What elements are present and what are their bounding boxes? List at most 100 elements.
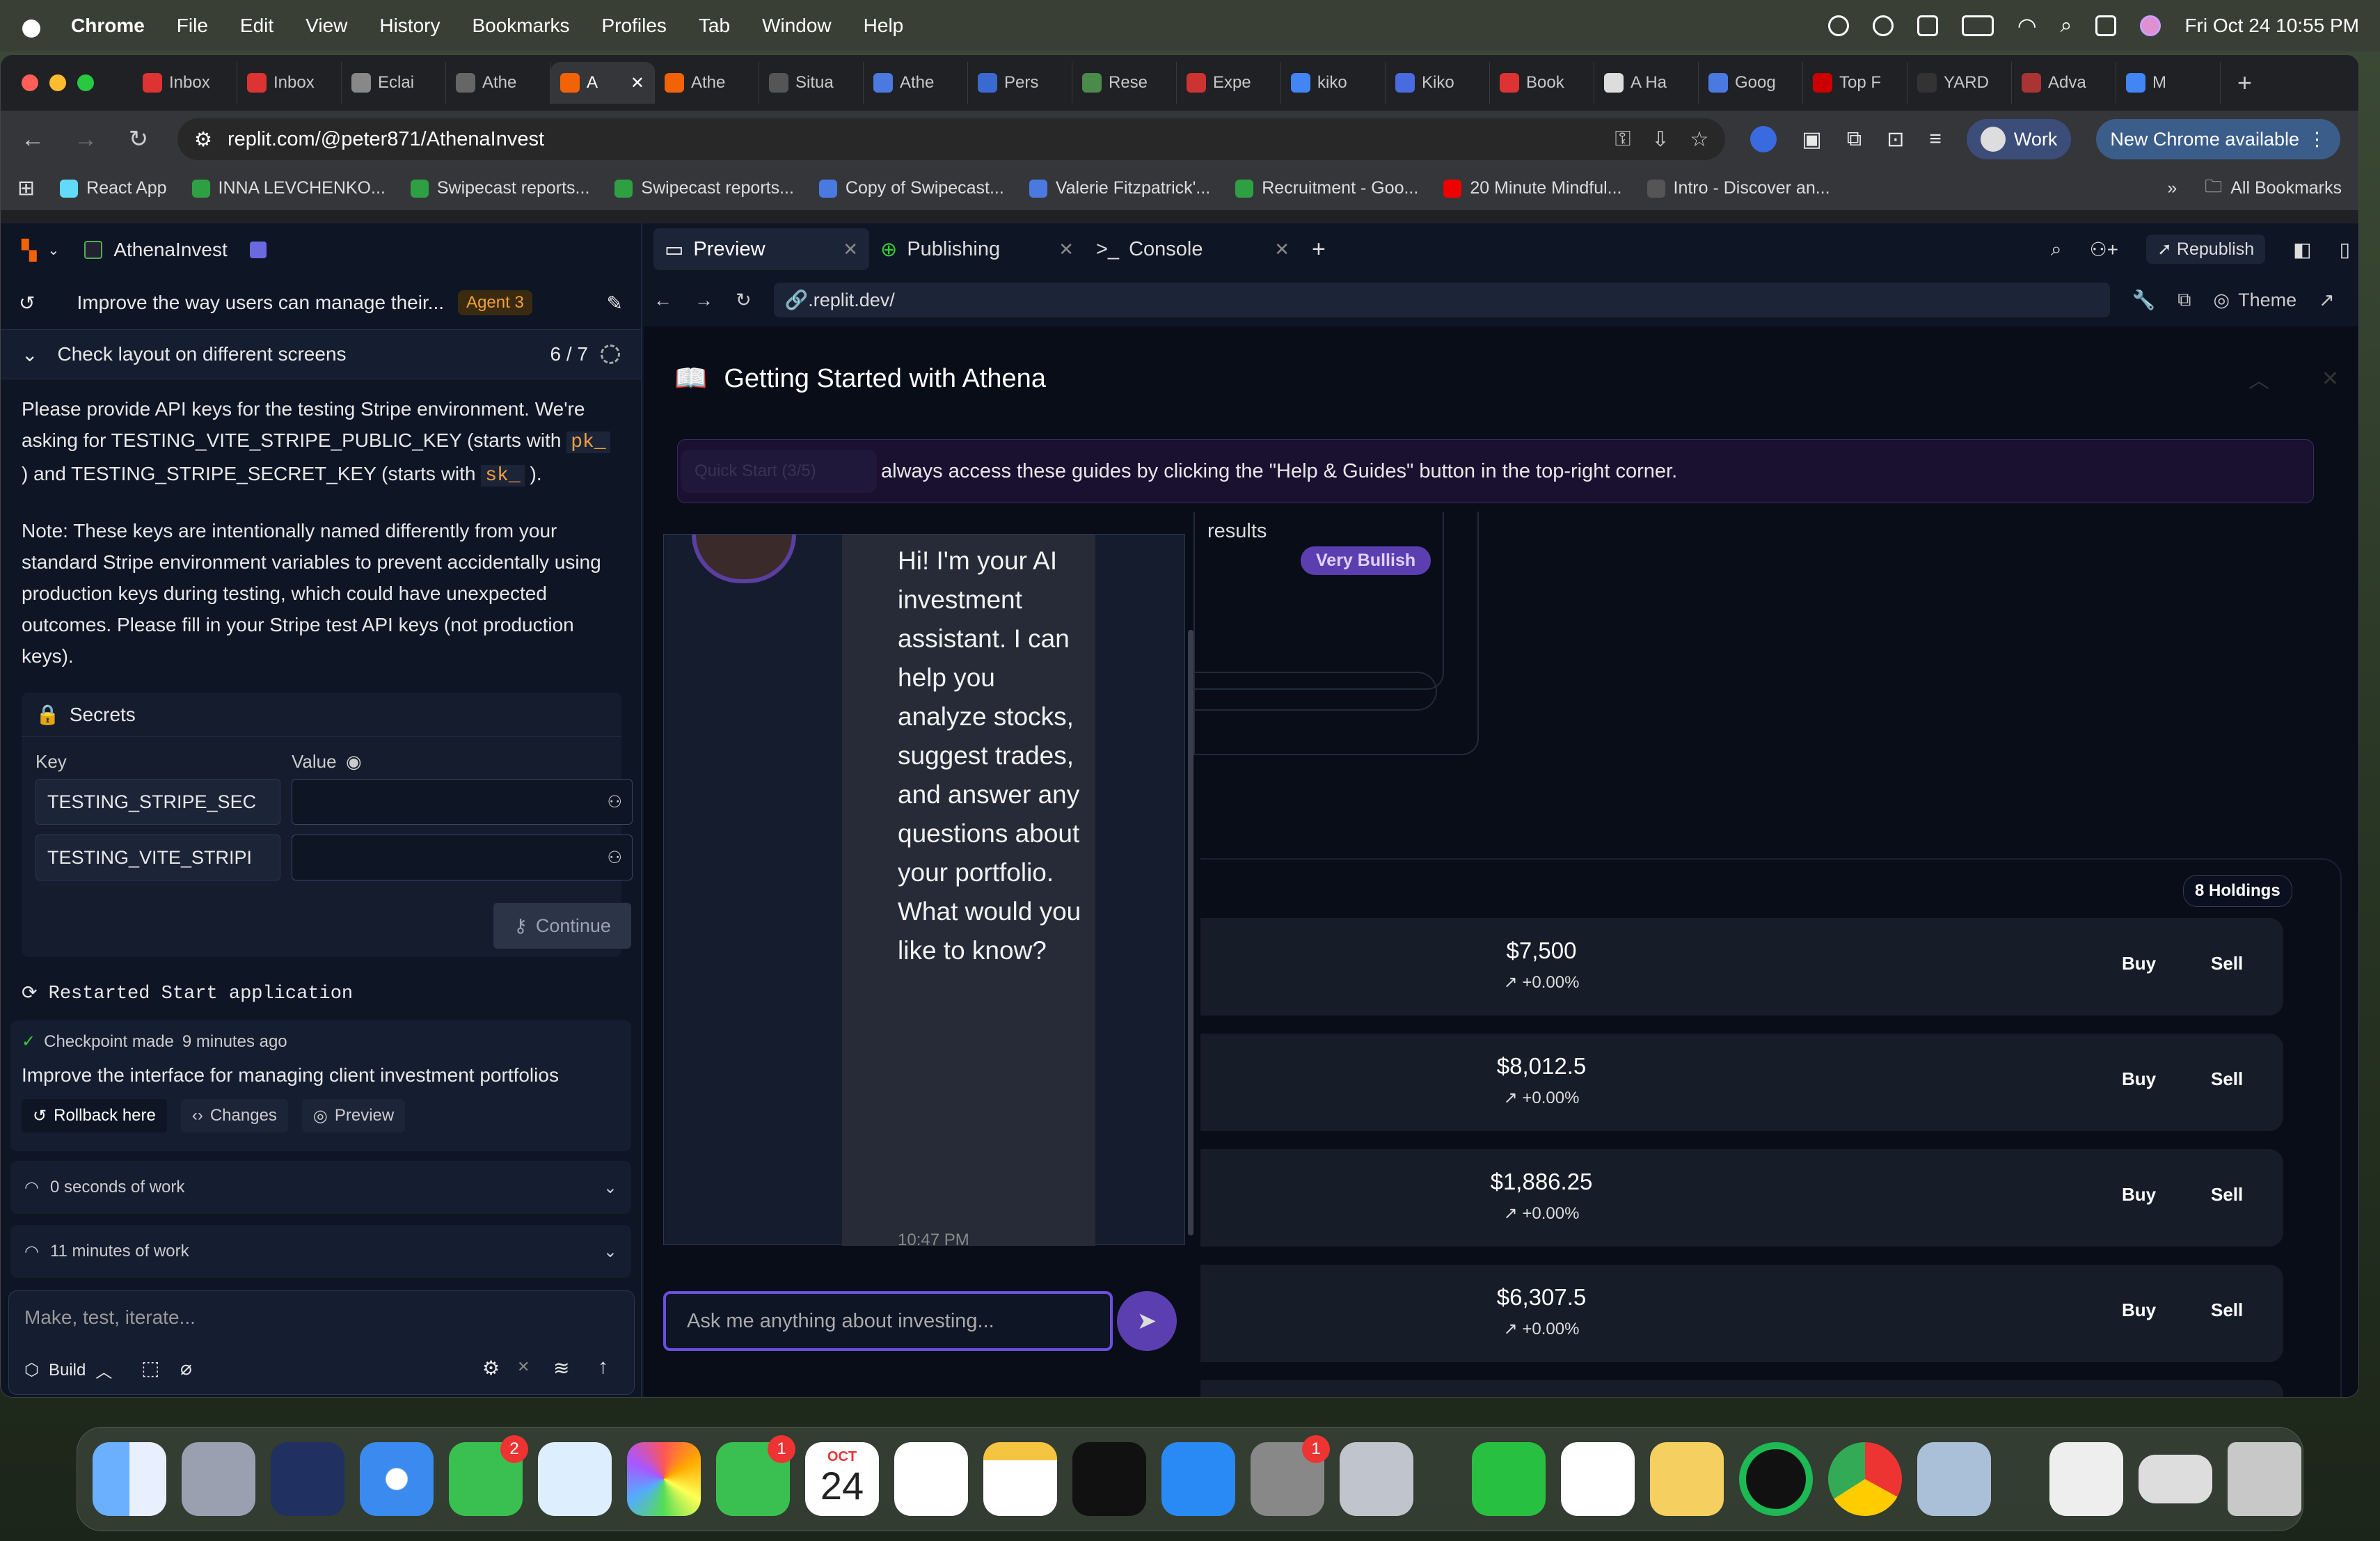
invite-icon[interactable]: ⚇+ (2090, 238, 2118, 261)
browser-tab[interactable]: Top F (1803, 62, 1907, 104)
bookmark-item[interactable]: Copy of Swipecast... (818, 178, 1004, 198)
add-tab-icon[interactable]: + (1312, 236, 1326, 263)
wifi-icon[interactable]: ◠ (2017, 13, 2037, 39)
window-thumbnail-icon[interactable] (2139, 1455, 2212, 1503)
browser-tab[interactable]: A ✕ (550, 62, 655, 104)
palette-icon[interactable]: ◎ (2214, 290, 2230, 311)
site-settings-icon[interactable]: ⚙ (194, 127, 212, 152)
browser-tab[interactable]: Rese (1072, 62, 1177, 104)
screenshot-extension-icon[interactable]: ▣ (1802, 127, 1821, 152)
secret-value-field[interactable]: ⚇ (292, 835, 633, 880)
theme-label[interactable]: Theme (2238, 290, 2296, 311)
menu-edit[interactable]: Edit (240, 15, 273, 37)
telegram-like-icon[interactable] (271, 1442, 344, 1516)
secret-value-field[interactable]: ⚇ (292, 779, 633, 825)
menu-window[interactable]: Window (762, 15, 832, 37)
browser-tab[interactable]: Inbox (133, 62, 237, 104)
apple-icon[interactable] (21, 14, 42, 38)
republish-button[interactable]: ➚ Republish (2146, 235, 2266, 264)
menu-app-name[interactable]: Chrome (71, 15, 145, 37)
replit-logo-icon[interactable]: ▚ (22, 239, 37, 262)
zoom-extension-icon[interactable] (1750, 126, 1777, 152)
bookmark-item[interactable]: Swipecast reports... (410, 178, 589, 198)
extensions-icon[interactable]: ⧉ (1847, 127, 1862, 151)
build-mode-button[interactable]: ⬡ Build ︿ (24, 1358, 112, 1382)
browser-tab[interactable]: Expe (1177, 62, 1281, 104)
control-center-icon[interactable] (2095, 15, 2117, 36)
insight-input[interactable] (1193, 672, 1437, 711)
launchpad-icon[interactable] (182, 1442, 255, 1516)
browser-tab[interactable]: Adva (2012, 62, 2116, 104)
bookmark-item[interactable]: Recruitment - Goo... (1235, 178, 1418, 198)
chat-input[interactable]: Ask me anything about investing... (663, 1291, 1113, 1351)
new-tab-button[interactable]: + (2237, 68, 2252, 97)
menu-profiles[interactable]: Profiles (602, 15, 667, 37)
menu-help[interactable]: Help (864, 15, 904, 37)
tab-publishing[interactable]: ⊕ Publishing ✕ (869, 228, 1085, 270)
profile-work-button[interactable]: Work (1966, 119, 2072, 159)
browser-tab[interactable]: Athe (655, 62, 759, 104)
new-chrome-available-button[interactable]: New Chrome available ⋮ (2096, 119, 2340, 159)
document-stack-icon[interactable] (2049, 1442, 2123, 1516)
more-bookmarks-icon[interactable]: » (2167, 178, 2177, 198)
secret-key-field[interactable]: TESTING_STRIPE_SEC (35, 779, 280, 825)
reading-mode-icon[interactable]: ⊡ (1887, 127, 1904, 152)
buy-button[interactable]: Buy (2122, 1184, 2156, 1206)
password-key-icon[interactable]: ⚿ (1615, 127, 1631, 152)
preview-url-input[interactable]: 🔗 .replit.dev/ (773, 283, 2110, 317)
wrench-icon[interactable]: 🔧 (2132, 289, 2156, 311)
forward-icon[interactable]: → (72, 126, 100, 153)
eye-icon[interactable]: ◉ (346, 751, 362, 773)
sell-button[interactable]: Sell (2211, 953, 2243, 974)
install-app-icon[interactable]: ⇩ (1651, 127, 1669, 152)
reload-icon[interactable]: ↻ (125, 125, 152, 153)
slack-icon[interactable] (1561, 1442, 1635, 1516)
photos-icon[interactable] (627, 1442, 701, 1516)
iphone-mirroring-icon[interactable] (1340, 1442, 1413, 1516)
continue-button[interactable]: ⚷ Continue (493, 903, 631, 949)
menu-history[interactable]: History (379, 15, 440, 37)
history-icon[interactable]: ↺ (19, 292, 35, 315)
close-icon[interactable]: ✕ (843, 239, 858, 260)
popout-icon[interactable]: ◧ (2293, 238, 2311, 261)
menu-file[interactable]: File (177, 15, 208, 37)
tab-console[interactable]: >_ Console ✕ (1085, 228, 1301, 270)
attach-icon[interactable]: ⌀ (180, 1357, 192, 1380)
maps-icon[interactable] (538, 1442, 612, 1516)
facetime-icon[interactable]: 1 (716, 1435, 795, 1516)
battery-icon[interactable] (1961, 15, 1994, 36)
buy-button[interactable]: Buy (2122, 1299, 2156, 1321)
close-icon[interactable]: ✕ (1274, 239, 1290, 260)
project-name[interactable]: AthenaInvest (113, 239, 227, 261)
browser-tab[interactable]: A Ha (1594, 62, 1699, 104)
devices-icon[interactable]: ⧉ (2177, 289, 2191, 311)
airpods-icon[interactable] (1917, 15, 1938, 36)
bookmark-star-icon[interactable]: ☆ (1690, 127, 1709, 152)
bookmark-item[interactable]: 20 Minute Mindful... (1443, 178, 1622, 198)
bookmark-item[interactable]: Intro - Discover an... (1647, 178, 1830, 198)
gear-icon[interactable]: ⚙ (482, 1357, 500, 1380)
browser-tab[interactable]: Eclai (342, 62, 446, 104)
stickies-icon[interactable] (1650, 1442, 1724, 1516)
all-bookmarks[interactable]: 🗀 All Bookmarks (2205, 173, 2342, 203)
close-icon[interactable]: ✕ (1058, 239, 1074, 260)
zoom-window-button[interactable] (77, 74, 94, 91)
sell-button[interactable]: Sell (2211, 1068, 2243, 1090)
composer-input[interactable]: Make, test, iterate... (24, 1306, 196, 1329)
close-icon[interactable]: ✕ (2322, 367, 2339, 391)
bookmark-item[interactable]: Swipecast reports... (614, 178, 794, 198)
notes-icon[interactable] (983, 1442, 1057, 1516)
play-icon[interactable] (1872, 15, 1894, 36)
preview-button[interactable]: ◎ Preview (301, 1099, 406, 1132)
address-bar[interactable]: ⚙ replit.com/@peter871/AthenaInvest ⚿ ⇩ … (177, 118, 1726, 160)
spotify-icon[interactable] (1739, 1442, 1813, 1516)
sidebar-toggle-icon[interactable]: ▯ (2340, 238, 2350, 261)
work-summary-row[interactable]: ◠ 11 minutes of work ⌄ (10, 1225, 631, 1278)
apple-tv-icon[interactable] (1072, 1442, 1146, 1516)
sell-button[interactable]: Sell (2211, 1184, 2243, 1206)
search-icon[interactable]: ⌕ (2061, 14, 2072, 38)
menu-datetime[interactable]: Fri Oct 24 10:55 PM (2184, 15, 2359, 37)
browser-tab[interactable]: Athe (446, 62, 550, 104)
tab-preview[interactable]: ▭ Preview ✕ (653, 228, 869, 270)
system-settings-icon[interactable]: 1 (1251, 1435, 1330, 1516)
